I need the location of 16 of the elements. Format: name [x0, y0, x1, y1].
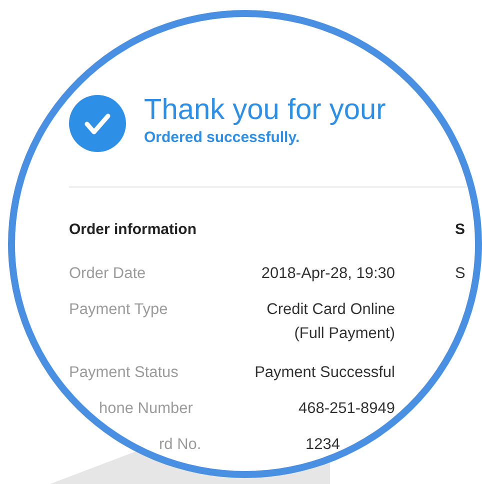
field-label: rd No. — [159, 435, 202, 455]
field-label: Payment Status — [69, 363, 178, 383]
field-label: hone Number — [99, 399, 193, 419]
section-heading: Order information — [69, 220, 198, 240]
field-value: 2018-Apr-28, 19:30 — [261, 264, 395, 284]
field-label: Payment Type — [69, 300, 168, 320]
field-label: S — [455, 264, 466, 284]
field-value: 1234 — [306, 435, 340, 455]
check-icon — [69, 95, 126, 152]
field-value: Payment Successful — [254, 363, 395, 383]
section-heading: S — [455, 220, 466, 240]
field-value: Credit Card Online (Full Payment) — [266, 300, 395, 344]
page-title: Thank you for your — [144, 92, 386, 128]
field-value: 468-251-8949 — [298, 399, 395, 419]
field-label: Order Date — [69, 264, 146, 284]
success-message: Ordered successfully. — [144, 128, 301, 148]
